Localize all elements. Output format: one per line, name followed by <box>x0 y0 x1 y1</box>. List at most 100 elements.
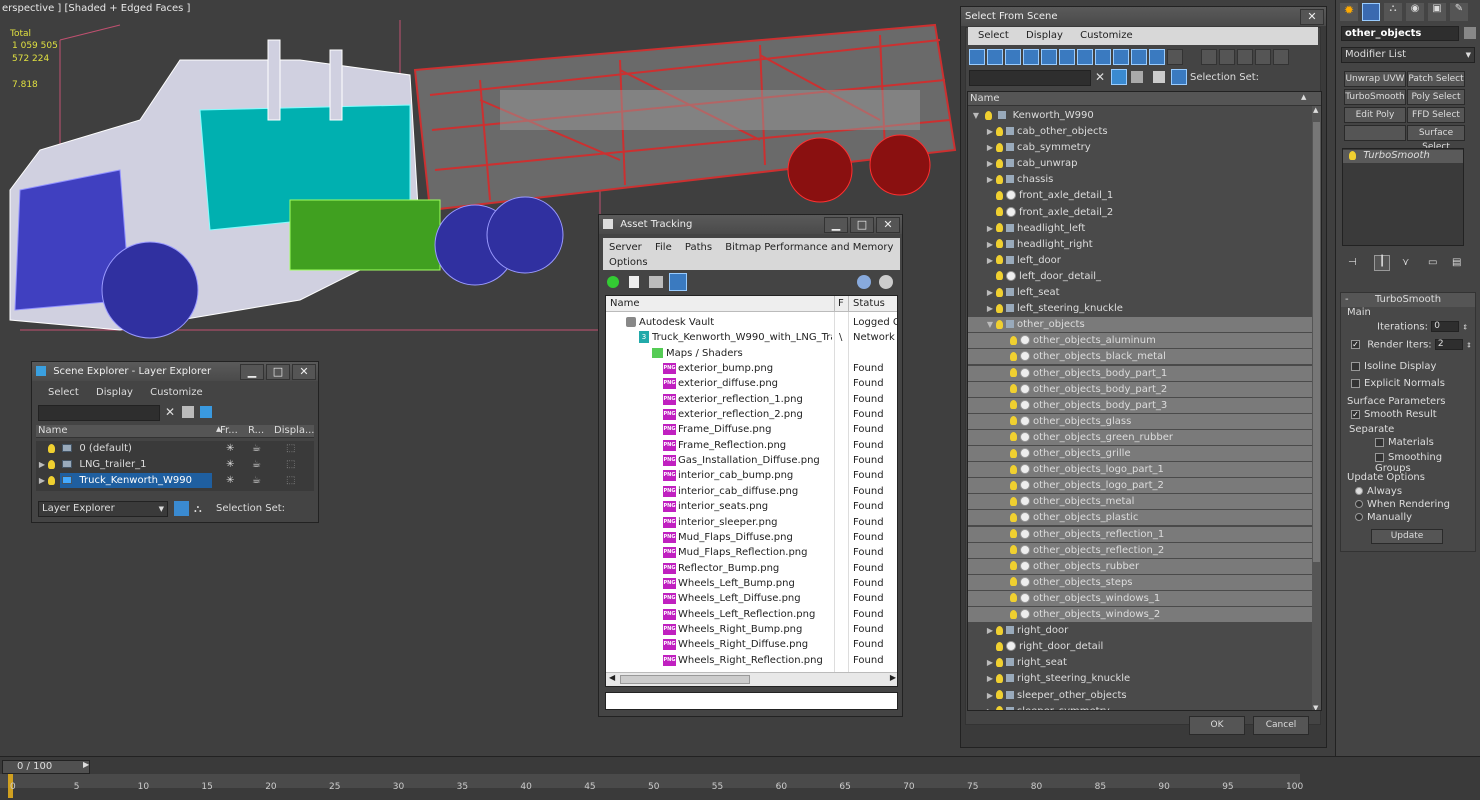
scene-tree-item[interactable]: ▶ left_steering_knuckle <box>968 301 1312 316</box>
light-bulb-icon[interactable] <box>996 319 1003 329</box>
layer-row[interactable]: ▶ Truck_Kenworth_W990 ✳ ☕ ⬚ <box>36 473 314 488</box>
light-bulb-icon[interactable] <box>996 625 1003 635</box>
layers-icon[interactable] <box>1153 71 1165 83</box>
light-bulb-icon[interactable] <box>1010 368 1017 377</box>
light-bulb-icon[interactable] <box>996 190 1003 200</box>
object-color-swatch[interactable] <box>1464 27 1476 39</box>
filter-space-warps-icon[interactable] <box>1059 49 1075 65</box>
scene-tree-item[interactable]: other_objects_body_part_2 <box>968 381 1312 397</box>
vault-row[interactable]: Autodesk Vault Logged O <box>606 315 897 330</box>
show-end-result-icon[interactable]: ┃ <box>1374 255 1390 271</box>
tree-root-row[interactable]: ▼ Kenworth_W990 <box>968 108 1321 123</box>
scene-tree-item[interactable]: other_objects_metal <box>968 494 1312 510</box>
vertical-scrollbar[interactable]: ▲ ▼ <box>1312 106 1321 710</box>
scene-tree-item[interactable]: other_objects_glass <box>968 413 1312 429</box>
light-bulb-icon[interactable] <box>1010 432 1017 442</box>
asset-map-row[interactable]: PNG interior_cab_diffuse.png Found <box>606 484 897 499</box>
filter-bones-icon[interactable] <box>1113 49 1129 65</box>
light-bulb-icon[interactable] <box>996 174 1003 184</box>
menu-display[interactable]: Display <box>1026 30 1063 41</box>
scene-tree-item[interactable]: ▶ cab_other_objects <box>968 124 1312 139</box>
display-box-icon[interactable]: ⬚ <box>286 441 295 456</box>
asset-map-row[interactable]: PNG exterior_reflection_2.png Found <box>606 407 897 422</box>
select-from-scene-window[interactable]: Select From Scene ✕ Select Display Custo… <box>960 6 1327 748</box>
scene-tree-item[interactable]: other_objects_windows_2 <box>968 607 1312 622</box>
light-bulb-icon[interactable] <box>1010 464 1017 474</box>
filter-invert-icon[interactable] <box>1237 49 1253 65</box>
always-radio[interactable] <box>1355 487 1363 495</box>
maximize-button[interactable]: □ <box>266 364 290 380</box>
menu-select[interactable]: Select <box>48 387 79 398</box>
scene-search-input[interactable] <box>969 70 1091 86</box>
scroll-thumb[interactable] <box>620 675 750 684</box>
col-render[interactable]: R... <box>248 425 264 436</box>
light-bulb-icon[interactable] <box>1010 609 1017 619</box>
light-bulb-icon[interactable] <box>1010 496 1017 506</box>
filter-geometry-icon[interactable] <box>969 49 985 65</box>
when-rendering-radio[interactable] <box>1355 500 1363 508</box>
asset-tracking-window[interactable]: Asset Tracking ▁ □ ✕ Server File Paths B… <box>598 214 903 717</box>
menu-paths[interactable]: Paths <box>685 242 712 253</box>
light-bulb-icon[interactable] <box>996 303 1003 313</box>
select-objects-icon[interactable] <box>1131 71 1143 83</box>
expand-icon[interactable]: ▶ <box>984 623 996 638</box>
render-teapot-icon[interactable]: ☕ <box>252 473 261 488</box>
asset-path-field[interactable] <box>605 692 898 710</box>
light-bulb-icon[interactable] <box>1010 512 1017 522</box>
expand-icon[interactable]: ▶ <box>36 473 48 488</box>
smooth-result-checkbox[interactable]: ✓ <box>1351 409 1360 419</box>
col-name[interactable]: Name <box>610 298 640 309</box>
expand-icon[interactable]: ▶ <box>984 140 996 155</box>
expand-icon[interactable]: ▶ <box>984 655 996 670</box>
filter-cameras-icon[interactable] <box>1023 49 1039 65</box>
menu-server[interactable]: Server <box>609 242 642 253</box>
pin-stack-icon[interactable]: ⊣ <box>1348 257 1357 268</box>
scene-tree-item[interactable]: ▶ cab_symmetry <box>968 140 1312 155</box>
scene-tree-item[interactable]: front_axle_detail_2 <box>968 205 1312 220</box>
scene-tree-item[interactable]: other_objects_rubber <box>968 558 1312 574</box>
light-bulb-icon[interactable] <box>996 706 1003 710</box>
asset-map-row[interactable]: PNG exterior_reflection_1.png Found <box>606 392 897 407</box>
filter-containers-icon[interactable] <box>1131 49 1147 65</box>
table-view-icon[interactable] <box>649 276 663 288</box>
explorer-type-dropdown[interactable]: Layer Explorer ▼ <box>38 501 168 517</box>
scene-tree-item[interactable]: front_axle_detail_1 <box>968 188 1312 203</box>
scene-tree-item[interactable]: ▶ left_seat <box>968 285 1312 300</box>
ffd-select-button[interactable]: FFD Select <box>1407 107 1465 123</box>
materials-checkbox[interactable] <box>1375 437 1384 447</box>
spinner-arrows-icon[interactable]: ⇕ <box>1466 342 1472 350</box>
grid-view-icon[interactable] <box>669 273 687 291</box>
asset-map-row[interactable]: PNG exterior_diffuse.png Found <box>606 376 897 391</box>
isoline-checkbox[interactable] <box>1351 361 1360 371</box>
scroll-right-icon[interactable]: ▶ <box>890 673 896 682</box>
scene-tree-item[interactable]: other_objects_logo_part_1 <box>968 462 1312 478</box>
scene-tree-item[interactable]: other_objects_aluminum <box>968 333 1312 349</box>
expand-icon[interactable]: ▶ <box>984 124 996 139</box>
scene-tree-item[interactable]: other_objects_windows_1 <box>968 590 1312 606</box>
filter-display-all-icon[interactable] <box>1201 49 1217 65</box>
close-button[interactable]: ✕ <box>1300 9 1324 25</box>
layer-row[interactable]: ▶ LNG_trailer_1 ✳ ☕ ⬚ <box>36 457 314 472</box>
scene-tree-item[interactable]: other_objects_steps <box>968 574 1312 590</box>
menu-options[interactable]: Options <box>609 257 648 268</box>
asset-map-row[interactable]: PNG Wheels_Right_Bump.png Found <box>606 622 897 637</box>
light-bulb-icon[interactable] <box>1010 400 1017 410</box>
remove-modifier-icon[interactable]: ▭ <box>1428 257 1437 268</box>
col-status[interactable]: Status <box>853 298 885 309</box>
light-bulb-icon[interactable] <box>1010 545 1017 555</box>
create-tab-icon[interactable]: ✹ <box>1340 3 1358 21</box>
filter-xrefs-icon[interactable] <box>1095 49 1111 65</box>
menu-bitmap-performance[interactable]: Bitmap Performance and Memory <box>725 242 893 253</box>
menu-customize[interactable]: Customize <box>150 387 203 398</box>
scene-tree-item[interactable]: ▶ headlight_right <box>968 237 1312 252</box>
scene-tree-item[interactable]: other_objects_plastic <box>968 510 1312 526</box>
utilities-tab-icon[interactable]: ✎ <box>1450 3 1468 21</box>
select-from-scene-titlebar[interactable]: Select From Scene ✕ <box>961 7 1326 26</box>
object-name-field[interactable]: other_objects <box>1341 26 1459 41</box>
hierarchy-icon[interactable] <box>1171 69 1187 85</box>
render-teapot-icon[interactable]: ☕ <box>252 441 261 456</box>
scene-tree-item[interactable]: ▶ right_door <box>968 623 1312 638</box>
filter-display-none-icon[interactable] <box>1219 49 1235 65</box>
asset-map-row[interactable]: PNG Wheels_Right_Diffuse.png Found <box>606 637 897 652</box>
display-tab-icon[interactable]: ▣ <box>1428 3 1446 21</box>
